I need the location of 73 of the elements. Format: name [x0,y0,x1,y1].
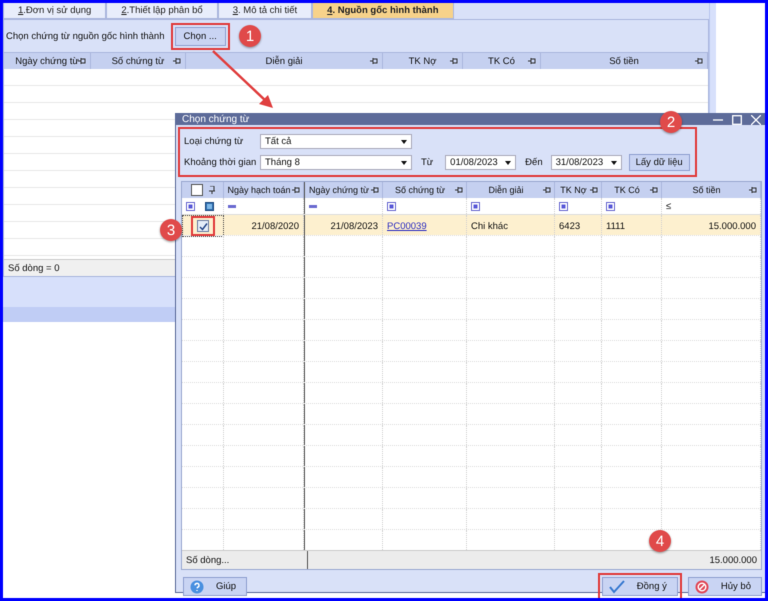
document-link[interactable]: PC00039 [387,220,427,232]
table-cell: 21/08/2023 [330,220,378,232]
pin-icon [543,187,551,193]
pin-icon [78,58,86,64]
table-cell: 6423 [559,220,580,232]
pin-icon [173,58,181,64]
maximize-icon[interactable] [732,114,742,124]
pin-icon [370,58,378,64]
pin-icon [371,187,379,193]
cancel-icon [694,580,709,594]
table-cell: 1111 [606,220,626,232]
column-header: TK Có [488,56,515,66]
dash-icon[interactable] [309,204,317,208]
column-header: Số chứng từ [394,185,446,195]
column-header: TK Nợ [408,56,436,66]
fetch-button[interactable]: Lấy dữ liệu [628,154,690,171]
column-header: Số chứng từ [112,56,164,66]
type-dropdown[interactable]: Tất cả [260,134,412,149]
column-header: Ngày chứng từ [15,56,79,66]
column-header: TK Có [614,185,640,195]
field-label: Từ [421,157,434,168]
total-amount: 15.000.000 [709,554,757,566]
column-header: Diễn giải [488,185,524,195]
table-cell: 21/08/2020 [251,220,299,232]
date-picker[interactable]: 01/08/2023 [445,155,516,170]
column-header: Số tiền [692,185,721,195]
tab[interactable]: 1.Đơn vị sử dụng [3,3,106,19]
pin-icon [650,187,658,193]
table-row[interactable]: 21/08/2020 21/08/2023 PC00039 Chi khác 6423 1111 15.000.000 [182,215,761,235]
choose-button[interactable]: Chọn ... [174,26,226,46]
tab[interactable]: 4. Nguồn gốc hình thành [312,3,454,19]
pin-icon [528,58,536,64]
field-label: Loại chứng từ [184,136,244,147]
date-picker[interactable]: 31/08/2023 [550,155,622,170]
tab[interactable]: 2.Thiết lập phân bổ [106,3,218,19]
pin-icon [455,187,463,193]
toolbar-label: Chọn chứng từ nguồn gốc hình thành [6,30,165,42]
ok-button[interactable]: Đồng ý [602,577,678,596]
filter-icon[interactable] [205,202,214,210]
filter-icon[interactable] [186,202,195,210]
filter-icon[interactable] [471,202,480,210]
table-cell: Chi khác [471,220,508,232]
row-count: Số dòng... [186,554,230,566]
close-icon[interactable] [751,114,761,124]
column-header: Diễn giải [266,56,302,66]
checkbox[interactable] [197,220,209,232]
column-header: TK Nợ [560,185,587,195]
pin-icon [695,58,703,64]
filter-icon[interactable] [606,202,615,210]
pin-icon [292,187,300,193]
check-icon [608,580,625,594]
help-icon [190,580,204,594]
filter-icon[interactable] [559,202,568,210]
pin-icon [450,58,458,64]
column-header: Số tiền [609,56,639,66]
pin-icon [749,187,757,193]
pin-icon [208,186,214,194]
filter-icon[interactable] [387,202,396,210]
row-count: Số dòng = 0 [8,262,60,274]
dialog-title: Chọn chứng từ [182,114,250,125]
column-header: Ngày hạch toán [227,185,291,195]
period-dropdown[interactable]: Tháng 8 [260,155,412,170]
tab[interactable]: 3. Mô tả chi tiết [218,3,312,19]
checkbox[interactable] [190,184,202,196]
filter-operator[interactable]: ≤ [666,200,672,212]
table-cell: 15.000.000 [708,220,756,232]
dash-icon[interactable] [228,204,236,208]
field-label: Khoảng thời gian [184,157,258,168]
field-label: Đến [525,157,543,168]
cancel-button[interactable]: Hủy bỏ [688,577,762,596]
help-button[interactable]: Giúp [183,577,248,596]
column-header: Ngày chứng từ [308,185,370,195]
pin-icon [590,187,598,193]
